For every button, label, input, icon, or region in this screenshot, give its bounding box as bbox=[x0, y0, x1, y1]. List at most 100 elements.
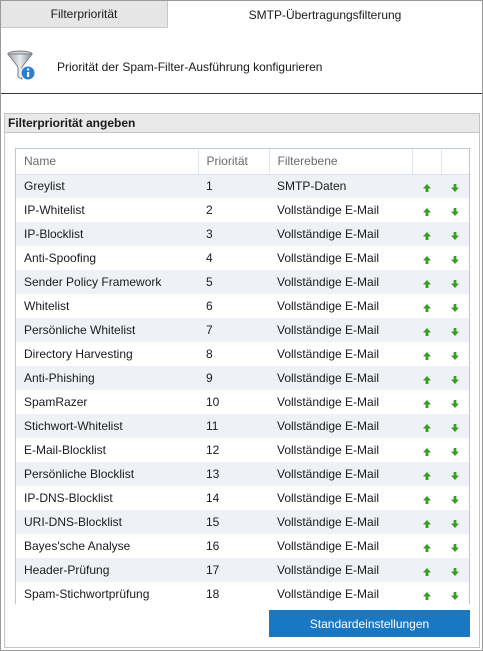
window-frame: Filterpriorität SMTP-Übertragungsfilteru… bbox=[0, 0, 483, 651]
move-down-arrow-icon[interactable] bbox=[450, 254, 460, 264]
move-up-arrow-icon[interactable] bbox=[422, 326, 432, 336]
row-level: Vollständige E-Mail bbox=[277, 227, 380, 241]
filter-funnel-info-icon bbox=[6, 50, 36, 81]
move-down-arrow-icon[interactable] bbox=[450, 350, 460, 360]
table-row[interactable]: SpamRazer 10 Vollständige E-Mail bbox=[16, 390, 469, 414]
row-priority: 2 bbox=[206, 203, 213, 217]
move-up-arrow-icon[interactable] bbox=[422, 422, 432, 432]
move-down-arrow-icon[interactable] bbox=[450, 446, 460, 456]
row-name: Sender Policy Framework bbox=[24, 275, 162, 289]
move-up-arrow-icon[interactable] bbox=[422, 494, 432, 504]
move-up-arrow-icon[interactable] bbox=[422, 470, 432, 480]
column-header-up bbox=[412, 149, 442, 175]
table-row[interactable]: Bayes'sche Analyse 16 Vollständige E-Mail bbox=[16, 534, 469, 558]
row-name: Stichwort-Whitelist bbox=[24, 419, 123, 433]
move-up-arrow-icon[interactable] bbox=[422, 566, 432, 576]
table-row[interactable]: Sender Policy Framework 5 Vollständige E-M… bbox=[16, 270, 469, 294]
intro-text: Priorität der Spam-Filter-Ausführung kon… bbox=[57, 60, 323, 74]
row-level: SMTP-Daten bbox=[277, 179, 347, 194]
table-row[interactable]: Anti-Spoofing 4 Vollständige E-Mail bbox=[16, 246, 469, 270]
move-up-arrow-icon[interactable] bbox=[422, 278, 432, 288]
column-header-down bbox=[441, 149, 469, 175]
row-priority: 16 bbox=[206, 539, 220, 553]
row-name: Directory Harvesting bbox=[24, 347, 133, 361]
move-down-arrow-icon[interactable] bbox=[450, 326, 460, 336]
move-up-arrow-icon[interactable] bbox=[422, 374, 432, 384]
row-level: Vollständige E-Mail bbox=[277, 275, 380, 289]
row-priority: 18 bbox=[206, 587, 220, 601]
row-level: Vollständige E-Mail bbox=[277, 563, 380, 577]
move-down-arrow-icon[interactable] bbox=[450, 494, 460, 504]
row-level: Vollständige E-Mail bbox=[277, 395, 380, 409]
table-row[interactable]: Anti-Phishing 9 Vollständige E-Mail bbox=[16, 366, 469, 390]
row-level: Vollständige E-Mail bbox=[277, 347, 380, 361]
standard-settings-button[interactable]: Standardeinstellungen bbox=[269, 610, 470, 637]
move-up-arrow-icon[interactable] bbox=[422, 398, 432, 408]
move-down-arrow-icon[interactable] bbox=[450, 278, 460, 288]
move-up-arrow-icon[interactable] bbox=[422, 302, 432, 312]
row-level: Vollständige E-Mail bbox=[277, 371, 380, 385]
move-up-arrow-icon[interactable] bbox=[422, 542, 432, 552]
move-up-arrow-icon[interactable] bbox=[422, 254, 432, 264]
row-priority: 9 bbox=[206, 371, 213, 385]
tab-filterprioritaet[interactable]: Filterpriorität bbox=[1, 1, 168, 28]
move-down-arrow-icon[interactable] bbox=[450, 206, 460, 216]
move-up-arrow-icon[interactable] bbox=[422, 350, 432, 360]
move-up-arrow-icon[interactable] bbox=[422, 518, 432, 528]
move-up-arrow-icon[interactable] bbox=[422, 206, 432, 216]
move-up-arrow-icon[interactable] bbox=[422, 230, 432, 240]
move-down-arrow-icon[interactable] bbox=[450, 590, 460, 600]
table-row[interactable]: Spam-Stichwortprüfung 18 Vollständige E-Ma… bbox=[16, 582, 469, 606]
row-name: Header-Prüfung bbox=[24, 563, 110, 577]
move-down-arrow-icon[interactable] bbox=[450, 230, 460, 240]
table-row[interactable]: Whitelist 6 Vollständige E-Mail bbox=[16, 294, 469, 318]
move-down-arrow-icon[interactable] bbox=[450, 566, 460, 576]
move-up-arrow-icon[interactable] bbox=[422, 590, 432, 600]
move-down-arrow-icon[interactable] bbox=[450, 518, 460, 528]
row-name: Greylist bbox=[24, 179, 65, 194]
move-up-arrow-icon[interactable] bbox=[422, 446, 432, 456]
row-priority: 14 bbox=[206, 491, 220, 505]
row-priority: 4 bbox=[206, 251, 213, 265]
filter-priority-table-container: Name Priorität Filterebene Greylist 1 SMTP… bbox=[15, 148, 470, 606]
row-name: Anti-Spoofing bbox=[24, 251, 97, 265]
row-name: Persönliche Whitelist bbox=[24, 323, 136, 337]
filter-priority-panel: Filterpriorität angeben Name Priorität F… bbox=[4, 113, 480, 648]
move-down-arrow-icon[interactable] bbox=[450, 422, 460, 432]
row-priority: 8 bbox=[206, 347, 213, 361]
row-name: IP-Blocklist bbox=[24, 227, 84, 241]
filter-priority-table: Name Priorität Filterebene Greylist 1 SMTP… bbox=[16, 149, 469, 606]
panel-title: Filterpriorität angeben bbox=[5, 114, 479, 133]
row-name: Anti-Phishing bbox=[24, 371, 95, 385]
move-down-arrow-icon[interactable] bbox=[450, 398, 460, 408]
row-level: Vollständige E-Mail bbox=[277, 251, 380, 265]
move-up-arrow-icon[interactable] bbox=[422, 182, 432, 193]
table-row[interactable]: IP-DNS-Blocklist 14 Vollständige E-Mail bbox=[16, 486, 469, 510]
table-row[interactable]: IP-Whitelist 2 Vollständige E-Mail bbox=[16, 198, 469, 222]
column-header-level[interactable]: Filterebene bbox=[269, 149, 413, 175]
column-header-name[interactable]: Name bbox=[16, 149, 199, 175]
move-down-arrow-icon[interactable] bbox=[450, 302, 460, 312]
row-name: SpamRazer bbox=[24, 395, 88, 409]
row-priority: 3 bbox=[206, 227, 213, 241]
row-level: Vollständige E-Mail bbox=[277, 491, 380, 505]
table-row[interactable]: E-Mail-Blocklist 12 Vollständige E-Mail bbox=[16, 438, 469, 462]
table-row[interactable]: Persönliche Whitelist 7 Vollständige E-Mai… bbox=[16, 318, 469, 342]
table-row[interactable]: Greylist 1 SMTP-Daten bbox=[16, 174, 469, 198]
row-priority: 10 bbox=[206, 395, 220, 409]
table-row[interactable]: IP-Blocklist 3 Vollständige E-Mail bbox=[16, 222, 469, 246]
table-row[interactable]: Stichwort-Whitelist 11 Vollständige E-Mail bbox=[16, 414, 469, 438]
move-down-arrow-icon[interactable] bbox=[450, 182, 460, 193]
row-name: IP-DNS-Blocklist bbox=[24, 491, 113, 505]
row-name: Bayes'sche Analyse bbox=[24, 539, 131, 553]
move-down-arrow-icon[interactable] bbox=[450, 542, 460, 552]
row-name: URI-DNS-Blocklist bbox=[24, 515, 123, 529]
table-row[interactable]: Persönliche Blocklist 13 Vollständige E-Ma… bbox=[16, 462, 469, 486]
column-header-priority[interactable]: Priorität bbox=[198, 149, 270, 175]
tab-smtp-uebertragungsfilterung[interactable]: SMTP-Übertragungsfilterung bbox=[168, 1, 482, 28]
move-down-arrow-icon[interactable] bbox=[450, 374, 460, 384]
table-row[interactable]: Header-Prüfung 17 Vollständige E-Mail bbox=[16, 558, 469, 582]
table-row[interactable]: Directory Harvesting 8 Vollständige E-Mail bbox=[16, 342, 469, 366]
move-down-arrow-icon[interactable] bbox=[450, 470, 460, 480]
table-row[interactable]: URI-DNS-Blocklist 15 Vollständige E-Mail bbox=[16, 510, 469, 534]
